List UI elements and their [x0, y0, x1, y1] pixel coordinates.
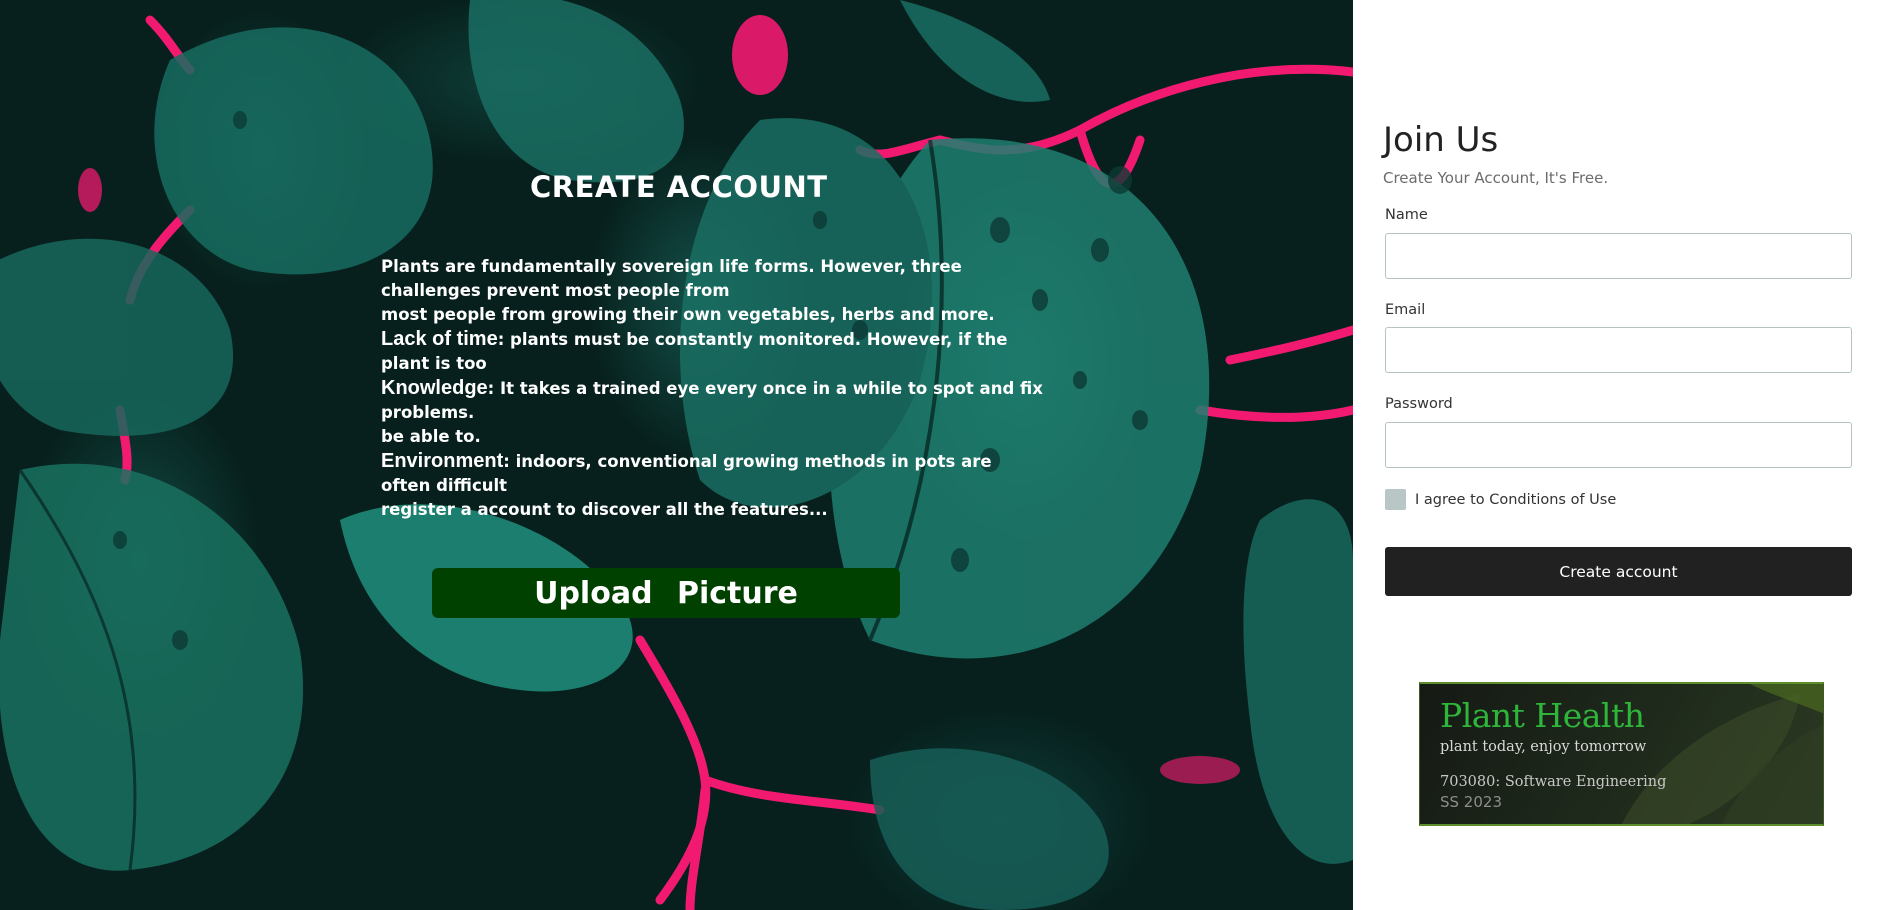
banner-course: 703080: Software Engineering [1440, 774, 1667, 790]
form-title: Join Us [1383, 120, 1499, 160]
email-input[interactable] [1385, 327, 1852, 373]
banner-title: Plant Health [1440, 696, 1645, 735]
description-line: Plants are fundamentally sovereign life … [381, 257, 962, 276]
password-input[interactable] [1385, 422, 1852, 468]
agree-checkbox[interactable] [1385, 489, 1406, 510]
signup-panel: Join Us Create Your Account, It's Free. … [1353, 0, 1880, 910]
description-line: register a account to discover all the f… [381, 500, 828, 519]
banner-term: SS 2023 [1440, 793, 1502, 811]
description-line: challenges prevent most people from [381, 281, 730, 300]
description-text: : indoors, conventional growing methods … [503, 452, 992, 471]
keyword-environment: Environment [381, 450, 504, 472]
email-label: Email [1385, 302, 1426, 318]
description-line: most people from growing their own veget… [381, 305, 995, 324]
hero-background: CREATE ACCOUNT Plants are fundamentally … [0, 0, 1353, 910]
hero-title: CREATE ACCOUNT [530, 170, 828, 204]
plant-health-banner: Plant Health plant today, enjoy tomorrow… [1419, 682, 1824, 826]
upload-picture-button[interactable]: Upload Picture [432, 568, 900, 618]
keyword-knowledge: Knowledge [381, 377, 488, 399]
form-subtitle: Create Your Account, It's Free. [1383, 169, 1609, 187]
name-input[interactable] [1385, 233, 1852, 279]
description-text: : plants must be constantly monitored. H… [497, 330, 1008, 349]
description-line: problems. [381, 403, 475, 422]
description-line: Lack of time: plants must be constantly … [381, 327, 1021, 352]
description-line: plant is too [381, 354, 487, 373]
banner-tagline: plant today, enjoy tomorrow [1440, 739, 1647, 755]
description-line: be able to. [381, 427, 481, 446]
password-label: Password [1385, 396, 1453, 412]
agree-label: I agree to Conditions of Use [1415, 491, 1617, 508]
description-text: : It takes a trained eye every once in a… [487, 379, 1043, 398]
description-line: Environment: indoors, conventional growi… [381, 449, 1021, 474]
keyword-lack-of-time: Lack of time [381, 328, 498, 350]
description-line: Knowledge: It takes a trained eye every … [381, 376, 1043, 401]
description-line: often difficult [381, 476, 508, 495]
create-account-button[interactable]: Create account [1385, 547, 1852, 596]
agree-row: I agree to Conditions of Use [1385, 489, 1616, 510]
name-label: Name [1385, 207, 1428, 223]
hero-description: Plants are fundamentally sovereign life … [381, 255, 1043, 522]
